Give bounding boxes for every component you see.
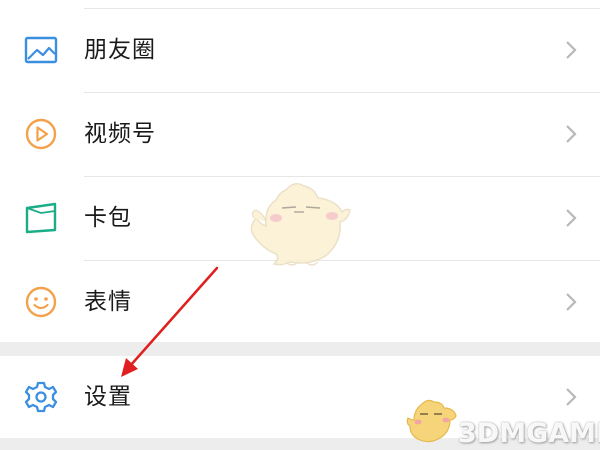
- chevron-right-icon: [566, 209, 577, 227]
- menu-item-stickers[interactable]: 表情: [0, 260, 600, 344]
- menu-item-label: 朋友圈: [84, 37, 156, 63]
- menu-item-card-wallet[interactable]: 卡包: [0, 176, 600, 260]
- channels-icon: [25, 118, 57, 150]
- menu-item-label: 视频号: [84, 121, 156, 147]
- menu-item-settings[interactable]: 设置: [0, 356, 600, 438]
- gear-icon: [24, 381, 58, 413]
- menu-item-label: 表情: [84, 289, 132, 315]
- chevron-right-icon: [566, 41, 577, 59]
- menu-item-label: 卡包: [84, 205, 132, 231]
- menu-item-moments[interactable]: 朋友圈: [0, 8, 600, 92]
- moments-icon: [24, 36, 58, 64]
- chevron-right-icon: [566, 388, 577, 406]
- chevron-right-icon: [566, 125, 577, 143]
- sticker-icon: [25, 286, 57, 318]
- menu-item-label: 设置: [84, 384, 132, 410]
- chevron-right-icon: [566, 293, 577, 311]
- card-wallet-icon: [25, 202, 57, 234]
- menu-item-channels[interactable]: 视频号: [0, 92, 600, 176]
